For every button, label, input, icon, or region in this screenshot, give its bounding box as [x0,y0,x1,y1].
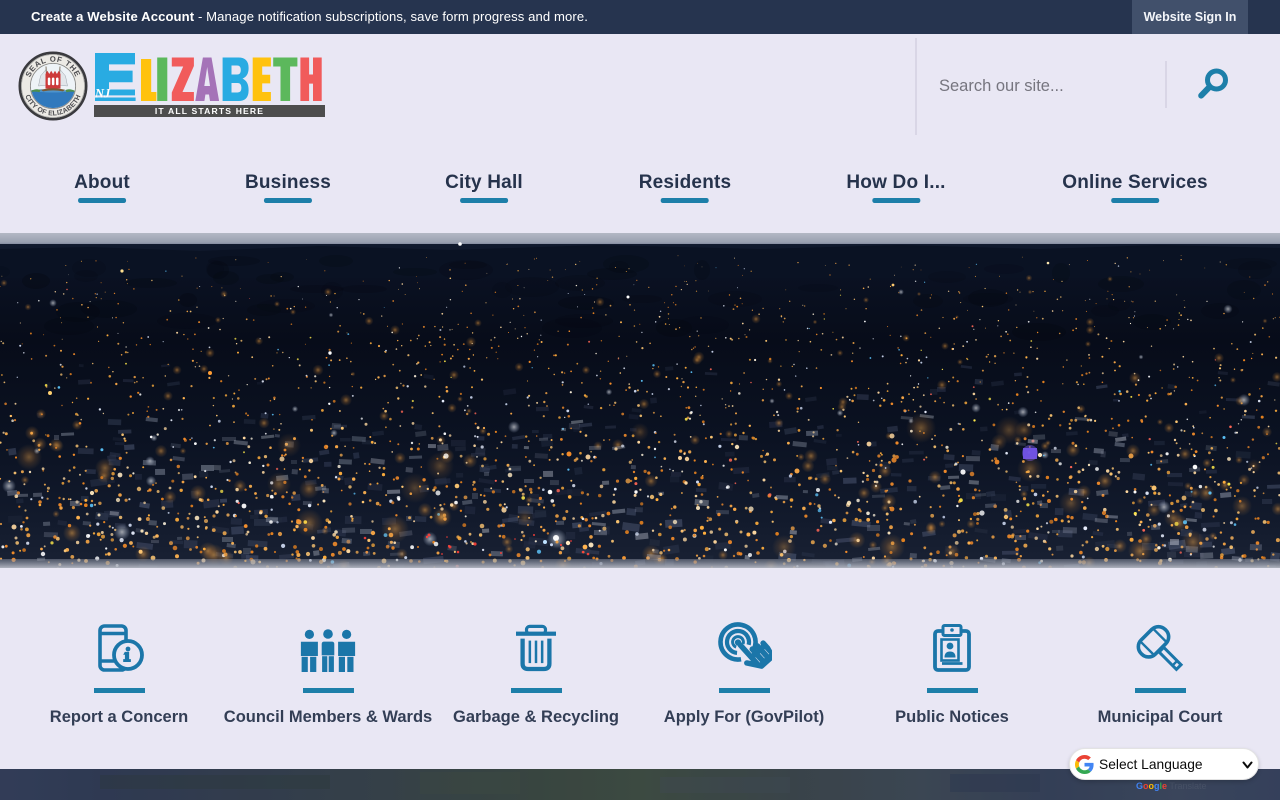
svg-text:NJ: NJ [94,87,111,101]
